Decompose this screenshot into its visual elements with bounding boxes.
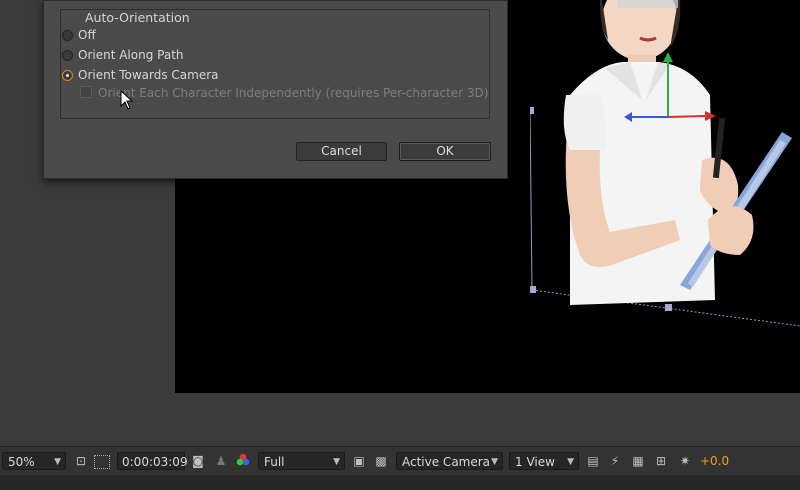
- view-layout-dropdown[interactable]: 1 View ▼: [509, 452, 579, 470]
- chevron-down-icon: ▼: [491, 457, 498, 467]
- flowchart-icon[interactable]: ⊞: [652, 452, 670, 470]
- show-snapshot-icon[interactable]: ♟: [212, 452, 230, 470]
- group-title: Auto-Orientation: [79, 10, 196, 25]
- layer-handle: [665, 304, 672, 311]
- layer-preview-image[interactable]: [530, 0, 800, 340]
- radio-button-icon[interactable]: [62, 50, 73, 61]
- auto-orientation-dialog: Auto-Orientation Off Orient Along Path O…: [43, 0, 508, 179]
- checkbox-orient-each-character[interactable]: Orient Each Character Independently (req…: [80, 86, 488, 100]
- region-of-interest-icon[interactable]: ⊡: [72, 452, 90, 470]
- radio-button-selected-icon[interactable]: [62, 70, 73, 81]
- radio-off[interactable]: Off: [62, 26, 96, 44]
- ok-button[interactable]: OK: [399, 142, 491, 161]
- radio-button-icon[interactable]: [62, 30, 73, 41]
- cancel-button[interactable]: Cancel: [296, 142, 387, 161]
- panel-background: [0, 393, 800, 446]
- fast-preview-icon[interactable]: ⚡: [606, 452, 624, 470]
- layer-bounds-left: [530, 109, 533, 291]
- transparency-grid-icon[interactable]: [94, 455, 110, 469]
- chevron-down-icon: ▼: [54, 457, 61, 467]
- color-channel-icon[interactable]: [234, 452, 252, 470]
- reset-exposure-icon[interactable]: ✷: [676, 452, 694, 470]
- mouse-cursor-icon: [120, 90, 134, 110]
- bottom-panel-edge: [0, 475, 800, 490]
- layer-handle: [530, 286, 536, 293]
- snapshot-icon[interactable]: ◙: [189, 452, 207, 470]
- radio-orient-along-path[interactable]: Orient Along Path: [62, 46, 184, 64]
- viewer-toolbar: 50% ▼ ⊡ 0:00:03:09 ◙ ♟ Full ▼ ▣ ▩ Active C…: [0, 446, 800, 476]
- checkerboard-icon[interactable]: ▩: [372, 452, 390, 470]
- timeline-icon[interactable]: ▦: [629, 452, 647, 470]
- exposure-value[interactable]: +0.0: [700, 452, 729, 470]
- magnification-dropdown[interactable]: 50% ▼: [2, 452, 66, 470]
- resolution-dropdown[interactable]: Full ▼: [258, 452, 345, 470]
- grid-guides-icon[interactable]: ▤: [584, 452, 602, 470]
- camera-view-dropdown[interactable]: Active Camera ▼: [396, 452, 503, 470]
- chevron-down-icon: ▼: [567, 457, 574, 467]
- x-axis-gizmo: [667, 115, 706, 118]
- layer-handle: [530, 107, 534, 114]
- chevron-down-icon: ▼: [333, 457, 340, 467]
- head: [602, 0, 678, 60]
- radio-orient-towards-camera[interactable]: Orient Towards Camera: [62, 66, 219, 84]
- current-time-display[interactable]: 0:00:03:09: [117, 452, 188, 470]
- checkbox-icon[interactable]: [80, 86, 92, 98]
- toggle-mask-icon[interactable]: ▣: [350, 452, 368, 470]
